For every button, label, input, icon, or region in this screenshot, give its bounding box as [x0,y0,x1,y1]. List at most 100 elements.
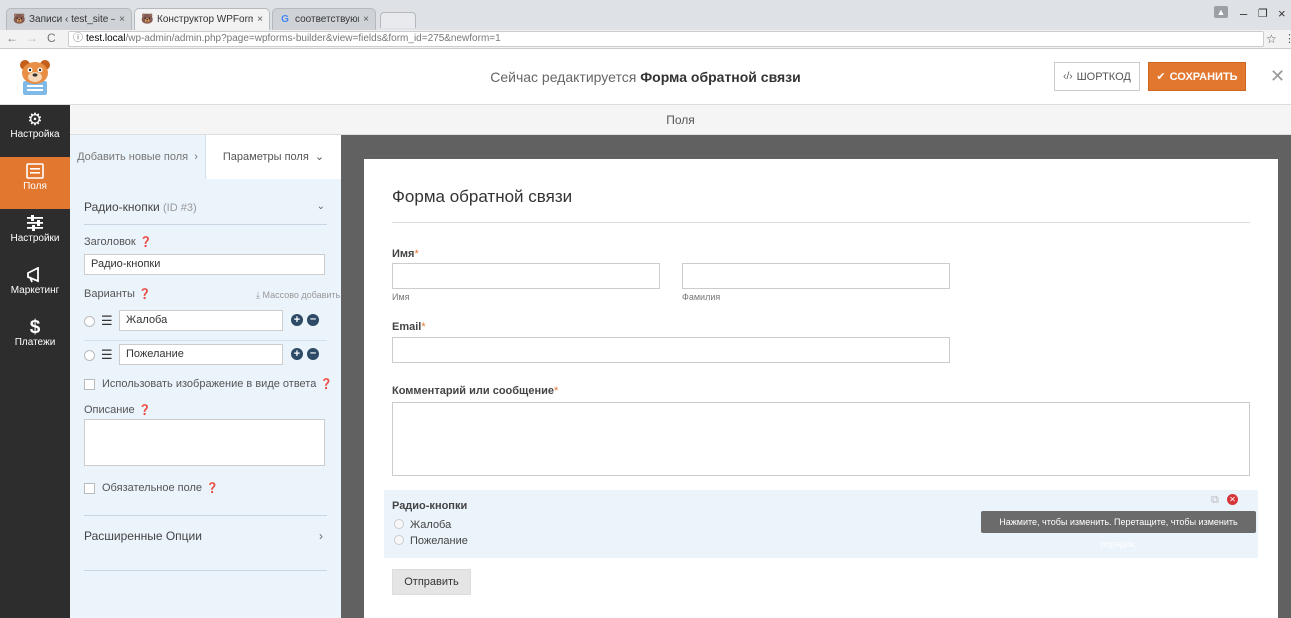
sidebar-item-label: Настройка [10,129,60,140]
required-mark: * [414,248,419,260]
field-type-name: Радио-кнопки [84,200,160,214]
choice-input[interactable]: Жалоба [119,310,283,331]
choice-row: ☰ Пожелание + – [84,344,327,368]
last-name-sublabel: Фамилия [682,292,721,302]
tab-field-options[interactable]: Параметры поля ⌄ [206,135,341,179]
choices-title-text: Варианты [84,288,135,300]
label-input[interactable]: Радио-кнопки [84,254,325,275]
label-title: Заголовок ❓ [84,236,152,248]
add-choice-icon[interactable]: + [291,348,303,360]
help-icon[interactable]: ❓ [139,405,151,416]
remove-choice-icon[interactable]: – [307,348,319,360]
drag-handle-icon[interactable]: ☰ [101,313,113,329]
use-image-label: Использовать изображение в виде ответа ❓ [102,378,333,390]
field-options-header[interactable]: Радио-кнопки (ID #3) ⌄ [84,195,327,225]
name-field-label[interactable]: Имя* [392,248,419,260]
options-tabs: Добавить новые поля › Параметры поля ⌄ [70,135,341,179]
required-mark: * [421,321,426,333]
url-host: test.local [86,33,126,44]
sidebar-item-fields[interactable]: Поля [0,157,70,209]
chevron-down-icon[interactable]: ⌄ [317,195,325,219]
chevron-right-icon: › [319,529,323,543]
close-tab-icon[interactable]: × [363,14,369,25]
radio-option[interactable]: Жалоба [394,519,451,531]
sidebar-item-payments[interactable]: $ Платежи [0,313,70,365]
choice-input[interactable]: Пожелание [119,344,283,365]
tab-add-fields[interactable]: Добавить новые поля › [70,135,206,179]
sidebar-item-marketing[interactable]: Маркетинг [0,261,70,313]
field-options-panel: Добавить новые поля › Параметры поля ⌄ Р… [70,135,341,618]
advanced-options-toggle[interactable]: Расширенные Опции › [84,515,327,571]
save-button[interactable]: ✔ СОХРАНИТЬ [1148,62,1246,91]
window-close-icon[interactable]: × [1278,6,1286,21]
submit-button[interactable]: Отправить [392,569,471,595]
code-icon: ‹/› [1063,71,1073,82]
add-choice-icon[interactable]: + [291,314,303,326]
bookmark-star-icon[interactable]: ☆ [1266,32,1277,46]
comment-textarea[interactable] [392,402,1250,476]
exit-builder-icon[interactable]: ✕ [1270,66,1285,87]
label-title-text: Заголовок [84,236,136,248]
profile-icon[interactable]: ▲ [1214,6,1228,18]
comment-label-text: Комментарий или сообщение [392,385,554,397]
reload-icon[interactable]: C [47,31,56,45]
chevron-down-icon: ⌄ [311,151,325,163]
radio-option-label: Жалоба [410,519,452,531]
tab-title: соответствующей - Поиск [295,14,359,25]
email-input[interactable] [392,337,950,363]
wpforms-favicon-icon: 🐻 [141,13,154,25]
tab-title: Конструктор WPForms · [157,14,253,25]
first-name-input[interactable] [392,263,660,289]
close-tab-icon[interactable]: × [119,14,125,25]
sidebar-item-setup[interactable]: ⚙ Настройка [0,105,70,157]
new-tab-button[interactable] [380,12,416,28]
default-choice-radio[interactable] [84,316,95,327]
bulk-add-link[interactable]: ⤓ Массово добавить [256,290,340,301]
first-name-sublabel: Имя [392,292,410,302]
required-label: Обязательное поле ❓ [102,482,219,494]
sidebar-item-label: Настройки [10,233,60,244]
help-icon[interactable]: ❓ [206,483,218,494]
sidebar-item-settings[interactable]: Настройки [0,209,70,261]
form-preview: Форма обратной связи Имя* Имя Фамилия Em… [364,159,1278,618]
browser-tab-posts[interactable]: 🐻 Записи ‹ test_site — Wo × [6,8,132,30]
comment-field-label[interactable]: Комментарий или сообщение* [392,385,558,397]
builder-header: Сейчас редактируется Форма обратной связ… [0,49,1291,105]
panel-title: Поля [70,105,1291,135]
sidebar-item-label: Маркетинг [10,285,60,296]
back-arrow-icon[interactable]: ← [6,31,18,45]
duplicate-icon[interactable]: ⧉ [1211,494,1219,507]
browser-tab-search[interactable]: G соответствующей - Поиск × [272,8,376,30]
radio-field-selected[interactable]: Радио-кнопки Жалоба Пожелание ⧉ ✕ Нажмит… [384,490,1258,558]
help-icon[interactable]: ❓ [320,379,332,390]
description-textarea[interactable] [84,419,325,466]
required-checkbox[interactable] [84,483,95,494]
delete-icon[interactable]: ✕ [1227,494,1238,505]
drag-handle-icon[interactable]: ☰ [101,347,113,363]
email-field-label[interactable]: Email* [392,321,426,333]
forward-arrow-icon[interactable]: → [26,31,38,45]
browser-tabbar: 🐻 Записи ‹ test_site — Wo × 🐻 Конструкто… [0,0,1291,30]
use-image-checkbox[interactable] [84,379,95,390]
email-label-text: Email [392,321,422,333]
shortcode-label: ШОРТКОД [1076,70,1131,83]
restore-icon[interactable]: ❐ [1258,7,1268,20]
browser-tab-builder[interactable]: 🐻 Конструктор WPForms · × [134,8,270,30]
download-icon: ⤓ [256,290,260,300]
last-name-input[interactable] [682,263,950,289]
radio-option[interactable]: Пожелание [394,535,468,547]
close-tab-icon[interactable]: × [257,14,263,25]
minimize-icon[interactable]: – [1240,6,1247,21]
url-input[interactable]: ⓘ test.local/wp-admin/admin.php?page=wpfo… [68,31,1264,47]
divider [84,340,327,341]
remove-choice-icon[interactable]: – [307,314,319,326]
required-mark: * [553,385,559,397]
info-icon[interactable]: ⓘ [73,33,83,44]
sliders-icon [0,209,70,233]
help-icon[interactable]: ❓ [139,289,151,300]
default-choice-radio[interactable] [84,350,95,361]
builder-sidebar: ⚙ Настройка Поля Настройки Маркетинг $ П… [0,105,70,618]
help-icon[interactable]: ❓ [140,237,152,248]
menu-dots-icon[interactable]: ⋮ [1284,32,1291,45]
shortcode-button[interactable]: ‹/› ШОРТКОД [1054,62,1140,91]
